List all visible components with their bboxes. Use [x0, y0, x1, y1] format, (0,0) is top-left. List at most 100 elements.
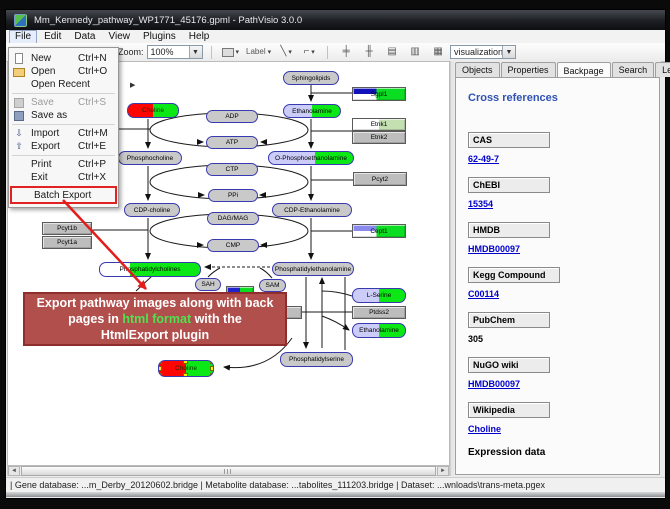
menu-plugins[interactable]: Plugins: [137, 31, 182, 43]
chevron-down-icon[interactable]: ▼: [189, 46, 202, 58]
selection-handle[interactable]: [183, 360, 188, 364]
pathway-node-adp[interactable]: ADP: [206, 110, 258, 123]
pathway-node-sgpl1[interactable]: Sgpl1: [352, 87, 406, 101]
menu-edit[interactable]: Edit: [38, 31, 67, 43]
pathway-node-ctp[interactable]: CTP: [206, 163, 258, 176]
scroll-left-icon[interactable]: ◄: [8, 466, 20, 476]
app-icon: [14, 14, 27, 27]
pathway-node-phosphocholine[interactable]: Phosphocholine: [118, 151, 182, 165]
pathway-node-ethanolamine-top[interactable]: Ethanolamine: [283, 104, 341, 118]
chevron-down-icon[interactable]: ▾: [311, 48, 315, 56]
title-bar[interactable]: Mm_Kennedy_pathway_WP1771_45176.gpml - P…: [6, 10, 665, 30]
file-menu-item-exit[interactable]: ExitCtrl+X: [9, 171, 118, 184]
pathway-node-phosphatidylethanolamine[interactable]: Phosphatidylethanolamine: [272, 262, 354, 276]
shortcut-label: Ctrl+P: [74, 159, 114, 170]
tab-legend[interactable]: Legend: [655, 62, 670, 77]
save-icon: [13, 97, 25, 109]
pathway-node-etnk1[interactable]: Etnk1: [352, 118, 406, 131]
file-menu-item-new[interactable]: NewCtrl+N: [9, 52, 118, 65]
pathway-node-cdp-choline[interactable]: CDP-choline: [124, 203, 180, 217]
xref-value-kegg-compound[interactable]: C00114: [468, 289, 649, 299]
common-height-button[interactable]: ▥: [405, 44, 425, 61]
chevron-down-icon[interactable]: ▾: [236, 48, 240, 56]
tab-properties[interactable]: Properties: [501, 62, 556, 77]
xref-value-pubchem: 305: [468, 334, 649, 344]
menu-file[interactable]: File: [9, 30, 37, 44]
menu-data[interactable]: Data: [68, 31, 101, 43]
pathway-node-l-serine[interactable]: L-Serine: [352, 288, 406, 303]
zoom-combobox[interactable]: 100% ▼: [147, 45, 203, 59]
pathway-node-o-phosphoethanolamine[interactable]: O-Phosphoethanolamine: [268, 151, 354, 165]
pathway-node-phosphatidylcholines[interactable]: Phosphatidylcholines: [99, 262, 201, 277]
stack-vertical-button[interactable]: ▦: [428, 44, 448, 61]
file-menu-item-open[interactable]: OpenCtrl+O: [9, 65, 118, 78]
label-tool[interactable]: Label▾: [244, 44, 273, 61]
pathway-node-cept1[interactable]: Cept1: [352, 224, 406, 238]
pathway-node-phosphatidylserine[interactable]: Phosphatidylserine: [280, 352, 353, 367]
selection-handle[interactable]: [158, 366, 162, 371]
shortcut-label: Ctrl+N: [74, 53, 114, 64]
pathway-node-sah[interactable]: SAH: [195, 278, 221, 291]
pathway-node-choline-selected[interactable]: Choline: [158, 360, 214, 377]
xref-header-kegg-compound: Kegg Compound: [468, 267, 560, 283]
chevron-down-icon[interactable]: ▾: [268, 48, 272, 56]
horizontal-scrollbar[interactable]: ◄ ►: [7, 466, 450, 476]
visualization-value: visualization: [451, 47, 502, 57]
tab-search[interactable]: Search: [612, 62, 655, 77]
connector-tool[interactable]: ⌐▾: [299, 44, 319, 61]
pathway-node-pcyt1a[interactable]: Pcyt1a: [42, 236, 92, 249]
pathway-node-choline-top[interactable]: Choline: [127, 103, 179, 118]
xref-header-wikipedia: Wikipedia: [468, 402, 550, 418]
file-menu-item-export[interactable]: ⇧ExportCtrl+E: [9, 140, 118, 153]
common-width-icon: ▤: [387, 47, 396, 57]
xref-value-hmdb[interactable]: HMDB00097: [468, 244, 649, 254]
selection-handle[interactable]: [158, 360, 162, 364]
selection-handle[interactable]: [210, 366, 214, 371]
align-center-button[interactable]: ╪: [336, 44, 356, 61]
datanode-tool[interactable]: ▾: [220, 44, 242, 61]
pathway-node-cdp-ethanolamine[interactable]: CDP-Ethanolamine: [272, 203, 352, 217]
file-menu-item-print[interactable]: PrintCtrl+P: [9, 158, 118, 171]
pathway-node-cmp[interactable]: CMP: [207, 239, 259, 252]
import-icon: ⇩: [13, 128, 25, 140]
window-bottom-border: [6, 492, 665, 497]
align-center-icon: ╪: [343, 47, 350, 57]
menu-help[interactable]: Help: [183, 31, 216, 43]
line-tool[interactable]: ╲▾: [276, 44, 296, 61]
pathway-node-ethanolamine-2[interactable]: Ethanolamine: [352, 323, 406, 338]
pathway-node-dag-mag[interactable]: DAG/MAG: [207, 212, 259, 225]
xref-value-nugo-wiki[interactable]: HMDB00097: [468, 379, 649, 389]
selection-handle[interactable]: [183, 373, 188, 377]
pathway-node-atp[interactable]: ATP: [206, 136, 258, 149]
tab-backpage[interactable]: Backpage: [557, 62, 611, 78]
align-middle-button[interactable]: ╫: [359, 44, 379, 61]
pathway-node-ptdss2[interactable]: Ptdss2: [352, 306, 406, 319]
chevron-down-icon[interactable]: ▼: [502, 46, 515, 58]
pathway-node-sphingolipids[interactable]: Sphingolipids: [283, 71, 339, 85]
callout-highlight: html format: [122, 312, 191, 326]
xref-value-wikipedia[interactable]: Choline: [468, 424, 649, 434]
xref-value-cas[interactable]: 62-49-7: [468, 154, 649, 164]
visualization-combobox[interactable]: visualization ▼: [450, 45, 516, 59]
scroll-right-icon[interactable]: ►: [437, 466, 449, 476]
tab-objects[interactable]: Objects: [455, 62, 500, 77]
file-menu-item-open-recent[interactable]: Open Recent▶: [9, 78, 118, 91]
pathway-node-pcyt1b[interactable]: Pcyt1b: [42, 222, 92, 235]
cross-references-heading: Cross references: [468, 92, 649, 104]
shortcut-label: Ctrl+M: [74, 128, 114, 139]
pathway-node-sam[interactable]: SAM: [259, 279, 286, 292]
pathway-node-etnk2[interactable]: Etnk2: [352, 131, 406, 144]
xref-value-chebi[interactable]: 15354: [468, 199, 649, 209]
status-bar: | Gene database: ...m_Derby_20120602.bri…: [6, 477, 665, 492]
menu-view[interactable]: View: [102, 31, 136, 43]
common-width-button[interactable]: ▤: [382, 44, 402, 61]
pathway-node-ppi[interactable]: PPi: [208, 189, 258, 202]
scrollbar-thumb[interactable]: [21, 466, 436, 476]
xref-header-pubchem: PubChem: [468, 312, 550, 328]
shortcut-label: Ctrl+S: [74, 97, 114, 108]
file-menu-item-batch-export[interactable]: Batch Export: [12, 188, 115, 202]
file-menu-item-import[interactable]: ⇩ImportCtrl+M: [9, 127, 118, 140]
pathway-node-pcyt2[interactable]: Pcyt2: [353, 172, 407, 186]
chevron-down-icon[interactable]: ▾: [288, 48, 292, 56]
file-menu-item-save-as[interactable]: Save as: [9, 109, 118, 122]
